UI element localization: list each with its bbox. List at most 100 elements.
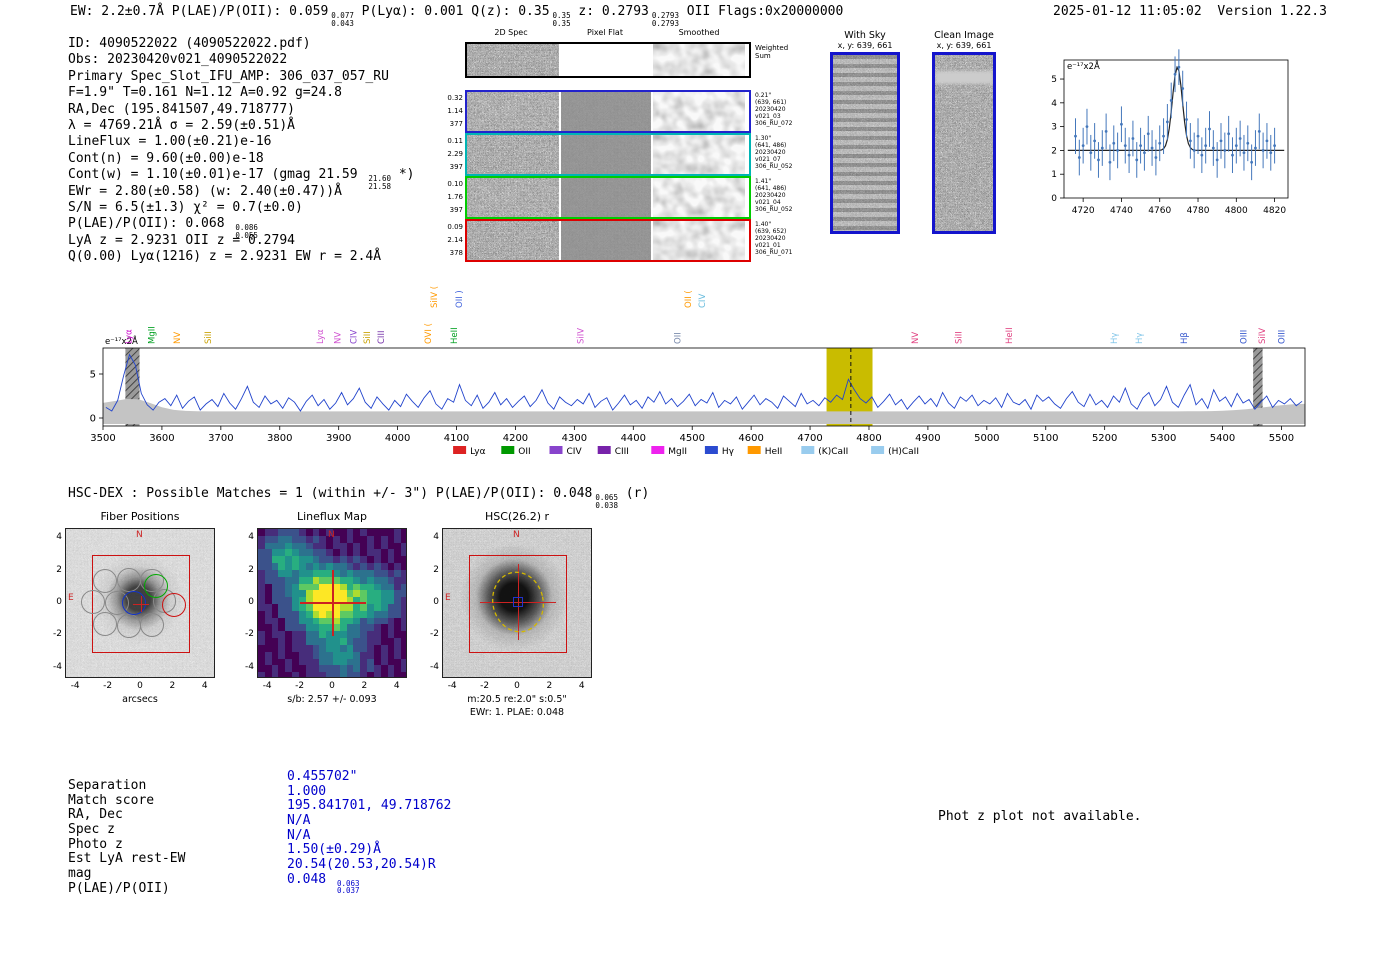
svg-text:SiIV: SiIV [576,328,586,344]
svg-text:NV: NV [173,332,183,344]
clean-sky-band [935,71,993,84]
svg-text:OIII: OIII [1240,330,1250,344]
photz-note: Phot z plot not available. [938,809,1142,824]
svg-text:3600: 3600 [149,433,174,444]
clean-image-coords: x, y: 639, 661 [936,41,992,50]
smoothed-image [653,221,745,260]
svg-text:4720: 4720 [1072,206,1095,216]
fiber-positions-plot: N E [65,528,215,678]
smoothed-image [653,92,745,131]
svg-text:4760: 4760 [1148,206,1171,216]
svg-text:OII ): OII ) [455,290,465,308]
match-row-label: Est LyA rest-EW [68,851,186,867]
full-spectrum-plot: 3500 3600 3700 3800 3900 4000 4100 4200 4300 4400… [90,286,1306,457]
info-line: Obs: 20230420v021_4090522022 [68,52,288,68]
lineflux-caption: s/b: 2.57 +/- 0.093 [287,694,377,705]
svg-text:Hγ: Hγ [722,447,735,457]
spec2d-col-header: 2D Spec [494,28,528,37]
cutout-xtick: -2 [103,681,113,691]
compass-north: N [136,530,143,540]
target-cross-v [332,570,334,636]
cutout-ytick: 2 [248,564,254,575]
svg-text:1: 1 [1051,170,1057,180]
svg-text:OIII: OIII [1277,330,1287,344]
cutout-ytick: -4 [245,661,254,672]
svg-text:Hγ: Hγ [1110,333,1120,344]
info-line: LineFlux = 1.00(±0.21)e-16 [68,134,272,150]
spec2d-row [465,219,751,262]
match-row-label: P(LAE)/P(OII) [68,880,170,896]
svg-text:HeII: HeII [450,327,460,344]
pixel-flat-image [561,92,651,131]
pixel-flat-image [561,135,651,174]
svg-text:3: 3 [1051,123,1057,133]
spec2d-image [467,178,559,217]
info-line: P(LAE)/P(OII): 0.068 0.086 0.055 [68,216,258,240]
info-line: Primary Spec_Slot_IFU_AMP: 306_037_057_R… [68,68,389,84]
stacked-uncertainty: 0.2793 0.2793 [651,11,679,28]
compass-north: N [513,530,520,540]
svg-text:3700: 3700 [208,433,233,444]
svg-text:0: 0 [90,414,96,425]
withsky-panel: With Sky x, y: 639, 661 [826,30,904,234]
svg-text:MgII: MgII [147,326,157,344]
svg-text:SiIV (: SiIV ( [430,286,440,308]
svg-text:5: 5 [90,370,96,381]
match-row-label: Spec z [68,822,115,838]
cutout-xtick: 0 [137,681,143,691]
spec2d-row-left-labels: 0.32 1.14 377 [447,94,463,128]
match-row-label: Photo z [68,836,123,852]
svg-text:SiII: SiII [955,331,965,344]
match-row-label: Match score [68,792,155,808]
compass-north: N [328,530,335,540]
svg-text:Lyα: Lyα [470,447,486,457]
svg-text:NV: NV [334,332,344,344]
svg-text:5300: 5300 [1151,433,1176,444]
match-row-label: Separation [68,778,147,793]
cutout-ytick: -2 [430,629,439,640]
spec2d-row-left-labels: 0.09 2.14 378 [447,223,463,257]
stacked-uncertainty: 0.065 0.038 [595,493,618,510]
cutout-ytick: 2 [56,564,62,575]
cutout-ytick: -2 [245,629,254,640]
report-datetime: 2025-01-12 11:05:02 Version 1.22.3 [1053,4,1327,19]
stacked-uncertainty: 0.063 0.037 [336,878,360,896]
svg-text:Hβ: Hβ [1180,332,1190,344]
svg-text:SiIV: SiIV [1258,328,1268,344]
svg-text:3900: 3900 [326,433,351,444]
spec2d-row-annotation: 1.41" (641, 486) 20230420 v021_04 306_RU_052 [755,178,793,213]
cutout-xtick: 4 [201,681,208,691]
clean-image-panel: Clean Image x, y: 639, 661 [928,30,1000,234]
svg-text:OII: OII [674,332,684,344]
match-row-value: 1.50(±0.29)Å [287,842,381,858]
svg-text:4820: 4820 [1263,206,1286,216]
hsc-image-cutout: HSC(26.2) r N E m:20.5 re:2.0" s:0.5" EW… [425,510,609,725]
svg-text:CIV: CIV [567,447,583,457]
svg-text:Hγ: Hγ [1135,333,1145,344]
svg-text:4900: 4900 [915,433,940,444]
match-row-value: N/A [287,813,311,829]
withsky-coords: x, y: 639, 661 [837,41,893,50]
svg-text:5: 5 [1051,75,1057,85]
match-row-label: mag [68,866,92,882]
info-line: Cont(n) = 9.60(±0.00)e-18 [68,150,264,166]
withsky-title: With Sky [844,30,886,41]
svg-text:CIII: CIII [377,331,387,344]
info-line: λ = 4769.21Å σ = 2.59(±0.51)Å [68,117,295,133]
withsky-noise [833,55,897,231]
hsc-plot: N E [442,528,592,678]
cutout-xtick: 2 [546,681,553,691]
svg-text:4740: 4740 [1110,206,1133,216]
info-line: F=1.9" T=0.161 N=1.12 A=0.92 g=24.8 [68,85,342,101]
svg-text:OII (: OII ( [684,290,694,308]
svg-text:OII: OII [518,447,530,457]
cutout-ytick: 4 [248,532,254,543]
clean-image-title: Clean Image [934,30,994,41]
detection-info-block: ID: 4090522022 (4090522022.pdf) Obs: 2023… [68,36,414,265]
match-table-labels: Separation Match score RA, Dec Spec z Photo … [68,778,186,897]
info-line: EWr = 2.80(±0.58) (w: 2.40(±0.47))Å [68,183,342,199]
svg-text:OVI (: OVI ( [424,323,434,344]
svg-text:HeII: HeII [765,447,783,457]
info-line: ID: 4090522022 (4090522022.pdf) [68,36,311,51]
spec2d-col-header: Pixel Flat [587,28,623,37]
